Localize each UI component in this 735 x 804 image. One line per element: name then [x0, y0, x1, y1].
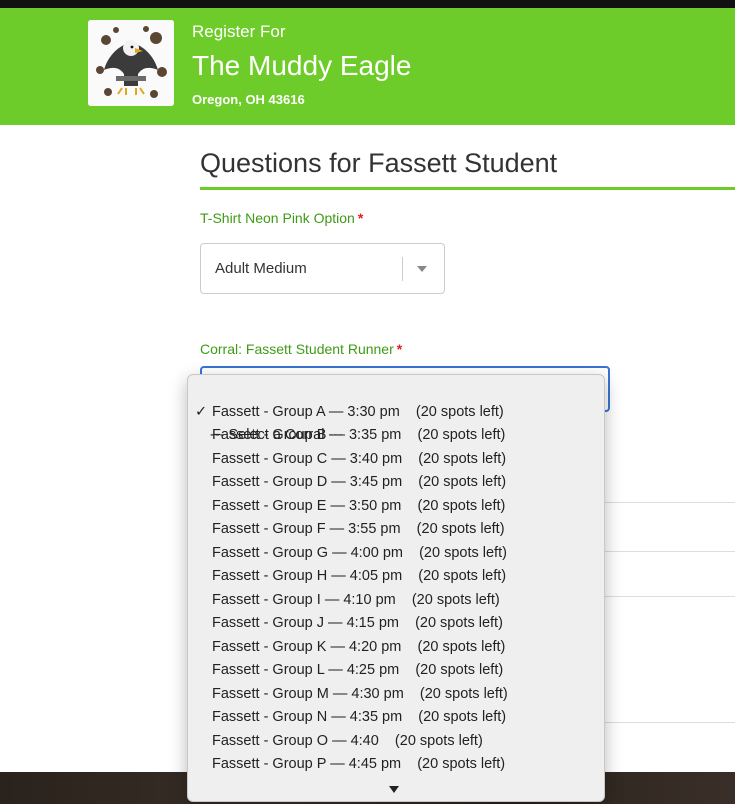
tshirt-label: T-Shirt Neon Pink Option *: [200, 210, 363, 226]
section-divider: [200, 187, 735, 190]
corral-option-text: Fassett - Group H — 4:05 pm (20 spots le…: [212, 568, 507, 584]
corral-option-text: Fassett - Group F — 3:55 pm (20 spots le…: [212, 521, 505, 537]
corral-option-group-m[interactable]: Fassett - Group M — 4:30 pm (20 spots le…: [188, 683, 604, 707]
corral-option-group-k[interactable]: Fassett - Group K — 4:20 pm (20 spots le…: [188, 636, 604, 660]
corral-option-group-f[interactable]: Fassett - Group F — 3:55 pm (20 spots le…: [188, 518, 604, 542]
corral-option-text: Fassett - Group D — 3:45 pm (20 spots le…: [212, 474, 507, 490]
corral-option-group-a[interactable]: Fassett - Group A — 3:30 pm (20 spots le…: [188, 401, 604, 425]
corral-option-group-d[interactable]: Fassett - Group D — 3:45 pm (20 spots le…: [188, 471, 604, 495]
corral-option-group-p[interactable]: Fassett - Group P — 4:45 pm (20 spots le…: [188, 753, 604, 777]
tshirt-select-value: Adult Medium: [215, 260, 307, 277]
corral-option-group-c[interactable]: Fassett - Group C — 3:40 pm (20 spots le…: [188, 448, 604, 472]
corral-option-text: Fassett - Group I — 4:10 pm (20 spots le…: [212, 591, 500, 608]
corral-option-group-j[interactable]: Fassett - Group J — 4:15 pm (20 spots le…: [188, 612, 604, 636]
corral-option-text: Fassett - Group J — 4:15 pm (20 spots le…: [212, 615, 503, 631]
select-separator: [402, 257, 403, 281]
corral-option-group-h[interactable]: Fassett - Group H — 4:05 pm (20 spots le…: [188, 565, 604, 589]
corral-option-placeholder[interactable]: ✓ --- Select a Corral ---: [188, 377, 604, 444]
corral-option-group-i[interactable]: Fassett - Group I — 4:10 pm (20 spots le…: [188, 589, 604, 613]
corral-option-text: Fassett - Group E — 3:50 pm (20 spots le…: [212, 497, 506, 514]
required-marker: *: [357, 210, 364, 226]
corral-option-group-o[interactable]: Fassett - Group O — 4:40 (20 spots left): [188, 730, 604, 754]
corral-option-text: Fassett - Group A — 3:30 pm (20 spots le…: [212, 403, 504, 420]
event-title: The Muddy Eagle: [192, 50, 412, 81]
event-header: Register For The Muddy Eagle Oregon, OH …: [0, 8, 735, 125]
background-divider: [604, 722, 735, 723]
scroll-down-arrow-icon[interactable]: [389, 786, 399, 793]
corral-option-text: Fassett - Group C — 3:40 pm (20 spots le…: [212, 450, 507, 467]
corral-option-text: Fassett - Group B — 3:35 pm (20 spots le…: [212, 427, 506, 443]
corral-option-text: Fassett - Group N — 4:35 pm (20 spots le…: [212, 709, 507, 725]
corral-option-group-g[interactable]: Fassett - Group G — 4:00 pm (20 spots le…: [188, 542, 604, 566]
required-marker: *: [396, 341, 403, 357]
event-location: Oregon, OH 43616: [192, 92, 305, 107]
section-title: Questions for Fassett Student: [200, 148, 558, 178]
corral-label: Corral: Fassett Student Runner *: [200, 341, 402, 357]
corral-option-text: Fassett - Group P — 4:45 pm (20 spots le…: [212, 756, 506, 772]
muddy-eagle-logo: [88, 20, 174, 106]
tshirt-select[interactable]: Adult Medium: [200, 243, 445, 294]
corral-label-text: Corral: Fassett Student Runner: [200, 341, 394, 357]
corral-option-group-e[interactable]: Fassett - Group E — 3:50 pm (20 spots le…: [188, 495, 604, 519]
window-top-strip: [0, 0, 735, 8]
corral-option-group-n[interactable]: Fassett - Group N — 4:35 pm (20 spots le…: [188, 706, 604, 730]
corral-option-text: Fassett - Group O — 4:40 (20 spots left): [212, 732, 483, 749]
register-for-label: Register For: [192, 22, 286, 41]
background-divider: [604, 596, 735, 597]
tshirt-label-text: T-Shirt Neon Pink Option: [200, 210, 355, 226]
corral-dropdown-menu[interactable]: ✓ --- Select a Corral --- Fassett - Grou…: [187, 374, 605, 802]
corral-option-group-b[interactable]: Fassett - Group B — 3:35 pm (20 spots le…: [188, 424, 604, 448]
corral-option-text: Fassett - Group G — 4:00 pm (20 spots le…: [212, 544, 507, 561]
corral-option-text: Fassett - Group K — 4:20 pm (20 spots le…: [212, 638, 506, 655]
background-field: [604, 502, 735, 552]
corral-option-text: Fassett - Group M — 4:30 pm (20 spots le…: [212, 685, 508, 702]
chevron-down-icon[interactable]: [417, 266, 427, 272]
corral-option-group-l[interactable]: Fassett - Group L — 4:25 pm (20 spots le…: [188, 659, 604, 683]
corral-option-text: Fassett - Group L — 4:25 pm (20 spots le…: [212, 662, 504, 678]
